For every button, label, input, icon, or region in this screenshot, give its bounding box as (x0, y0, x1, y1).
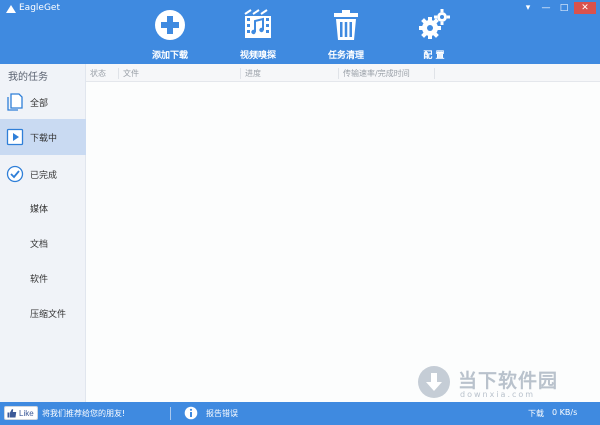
sidebar-item-completed[interactable]: 已完成 (0, 156, 86, 192)
status-bar: Like 将我们推荐给您的朋友! 报告错误 下载 0 KB/s (0, 402, 600, 425)
sidebar-item-all-label: 全部 (30, 98, 49, 109)
watermark-logo-icon (418, 366, 450, 398)
column-progress[interactable]: 进度 (240, 68, 261, 79)
title-toolbar-area: EagleGet ▾ — □ ✕ 添加下载 视频嗅探 任务清理 配 置 (0, 0, 600, 64)
sidebar-item-archives[interactable]: 压缩文件 (0, 303, 86, 323)
task-table-header: 状态 文件 进度 传输速率/完成时间 (86, 64, 600, 82)
settings-label: 配 置 (423, 51, 445, 61)
like-label: Like (19, 408, 34, 418)
task-list[interactable] (86, 82, 600, 402)
task-cleanup-button[interactable]: 任务清理 (306, 8, 386, 61)
report-error-link[interactable]: 报告错误 (206, 408, 238, 419)
thumbs-up-icon (7, 409, 17, 418)
download-speed-value: 0 KB/s (552, 408, 578, 417)
recommend-link[interactable]: 将我们推荐给您的朋友! (42, 408, 125, 419)
gear-icon (419, 9, 450, 39)
watermark-url: downxia.com (460, 390, 536, 399)
download-speed-label: 下载 (528, 409, 544, 418)
sidebar-item-downloading[interactable]: 下载中 (0, 119, 86, 155)
sidebar-item-downloading-label: 下载中 (30, 133, 58, 144)
sidebar-title: 我的任务 (8, 72, 48, 83)
column-speed-time[interactable]: 传输速率/完成时间 (338, 68, 410, 79)
sidebar-item-all[interactable]: 全部 (0, 84, 86, 120)
sidebar-item-completed-label: 已完成 (30, 170, 58, 181)
sidebar-item-media[interactable]: 媒体 (0, 198, 86, 218)
check-circle-icon (6, 165, 24, 183)
task-cleanup-label: 任务清理 (327, 51, 364, 61)
watermark: 当下软件园 downxia.com (418, 366, 578, 402)
plus-circle-icon (155, 10, 185, 40)
column-file[interactable]: 文件 (118, 68, 139, 79)
video-sniff-label: 视频嗅探 (239, 51, 276, 61)
watermark-text: 当下软件园 (458, 370, 559, 392)
sidebar-item-software-label: 软件 (30, 275, 49, 285)
settings-button[interactable]: 配 置 (394, 8, 474, 61)
column-status[interactable]: 状态 (86, 68, 106, 79)
status-divider (170, 407, 171, 420)
document-icon (7, 93, 23, 111)
sidebar-item-documents-label: 文档 (30, 240, 49, 250)
column-divider (434, 68, 435, 79)
info-icon (184, 406, 198, 420)
trash-icon (334, 10, 358, 40)
sidebar-item-documents[interactable]: 文档 (0, 233, 86, 253)
sidebar-item-archives-label: 压缩文件 (30, 310, 67, 320)
play-icon (6, 128, 24, 146)
video-sniff-button[interactable]: 视频嗅探 (218, 8, 298, 61)
sidebar-item-media-label: 媒体 (30, 205, 49, 215)
video-sniff-icon (244, 9, 271, 38)
add-download-button[interactable]: 添加下载 (130, 8, 210, 61)
add-download-label: 添加下载 (151, 51, 188, 61)
sidebar: 我的任务 全部 下载中 已完成 媒体 文档 软件 压缩文件 (0, 64, 86, 402)
facebook-like-button[interactable]: Like (4, 406, 38, 420)
sidebar-item-software[interactable]: 软件 (0, 268, 86, 288)
main-toolbar: 添加下载 视频嗅探 任务清理 配 置 (0, 8, 600, 64)
